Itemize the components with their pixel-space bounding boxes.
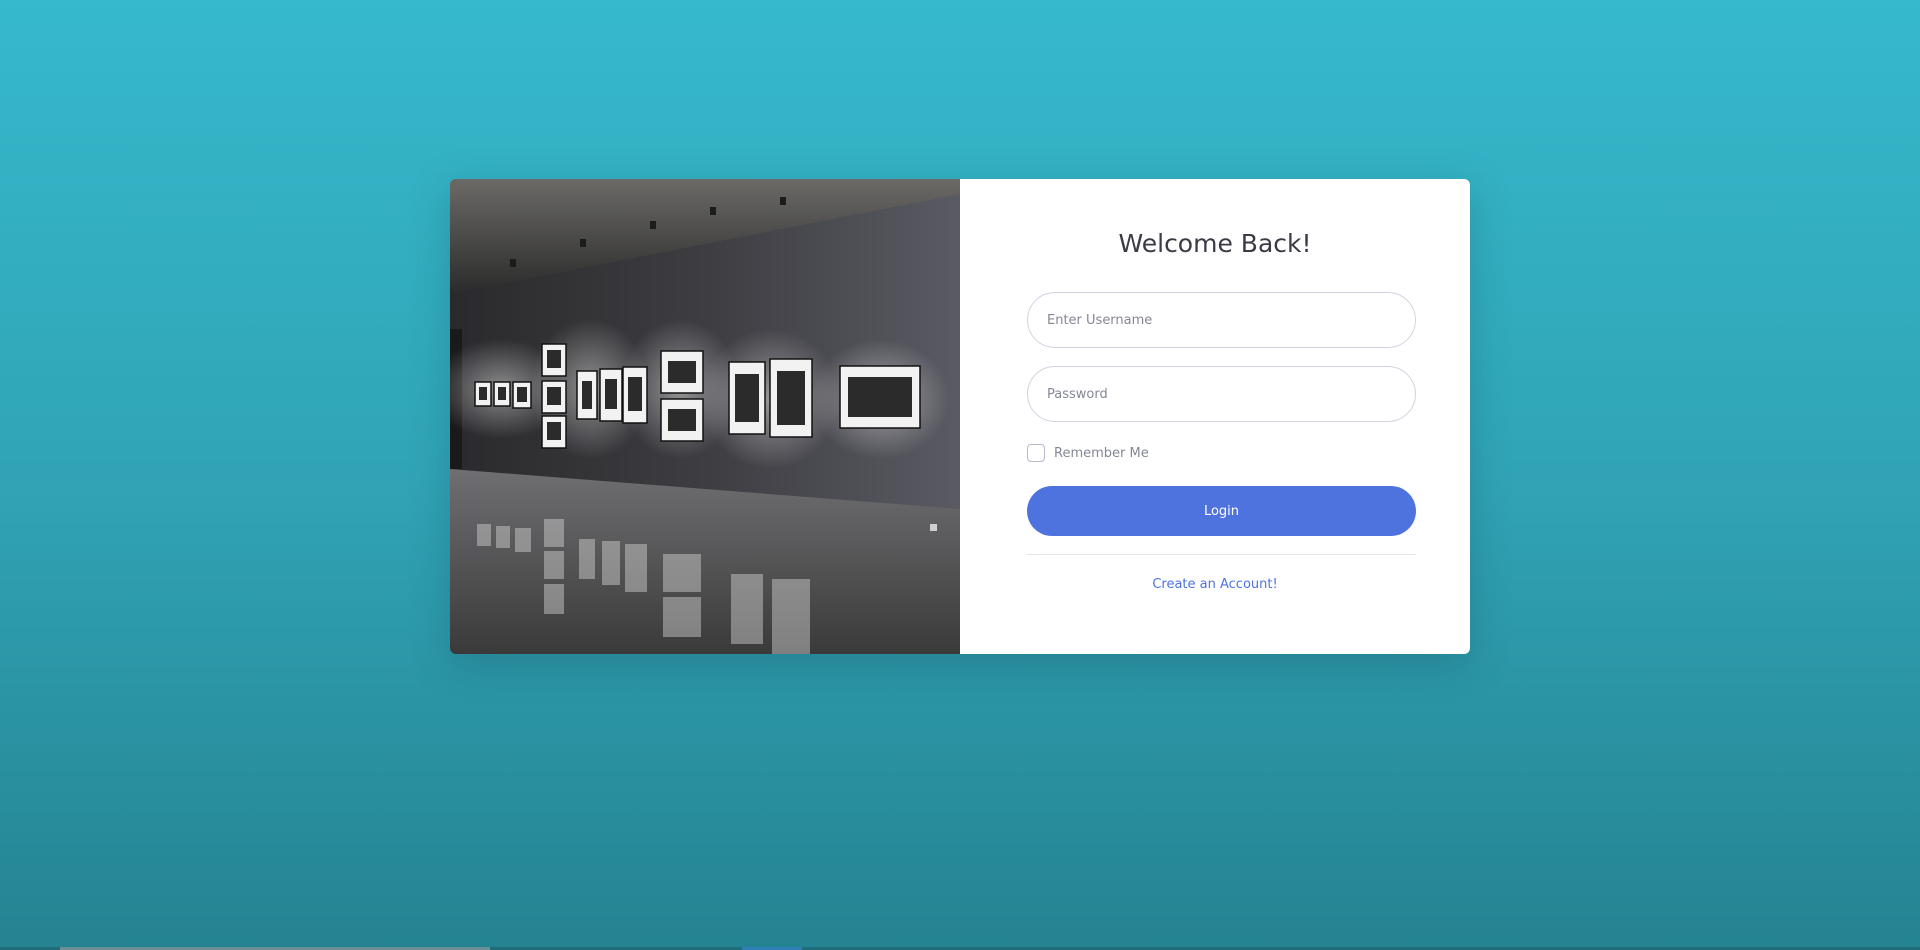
gallery-photo [450,179,960,654]
page-title: Welcome Back! [1118,229,1312,258]
password-input[interactable] [1027,366,1416,422]
divider [1027,554,1416,555]
remember-me-label[interactable]: Remember Me [1054,446,1149,461]
login-card: Welcome Back! Remember Me Login Create a… [450,179,1470,654]
login-button[interactable]: Login [1027,486,1416,536]
remember-me[interactable]: Remember Me [1027,444,1149,462]
create-account-link[interactable]: Create an Account! [960,577,1470,592]
remember-me-checkbox[interactable] [1027,444,1045,462]
gallery-photo-illustration [450,179,960,654]
login-form: Welcome Back! Remember Me Login Create a… [960,179,1470,654]
username-input[interactable] [1027,292,1416,348]
